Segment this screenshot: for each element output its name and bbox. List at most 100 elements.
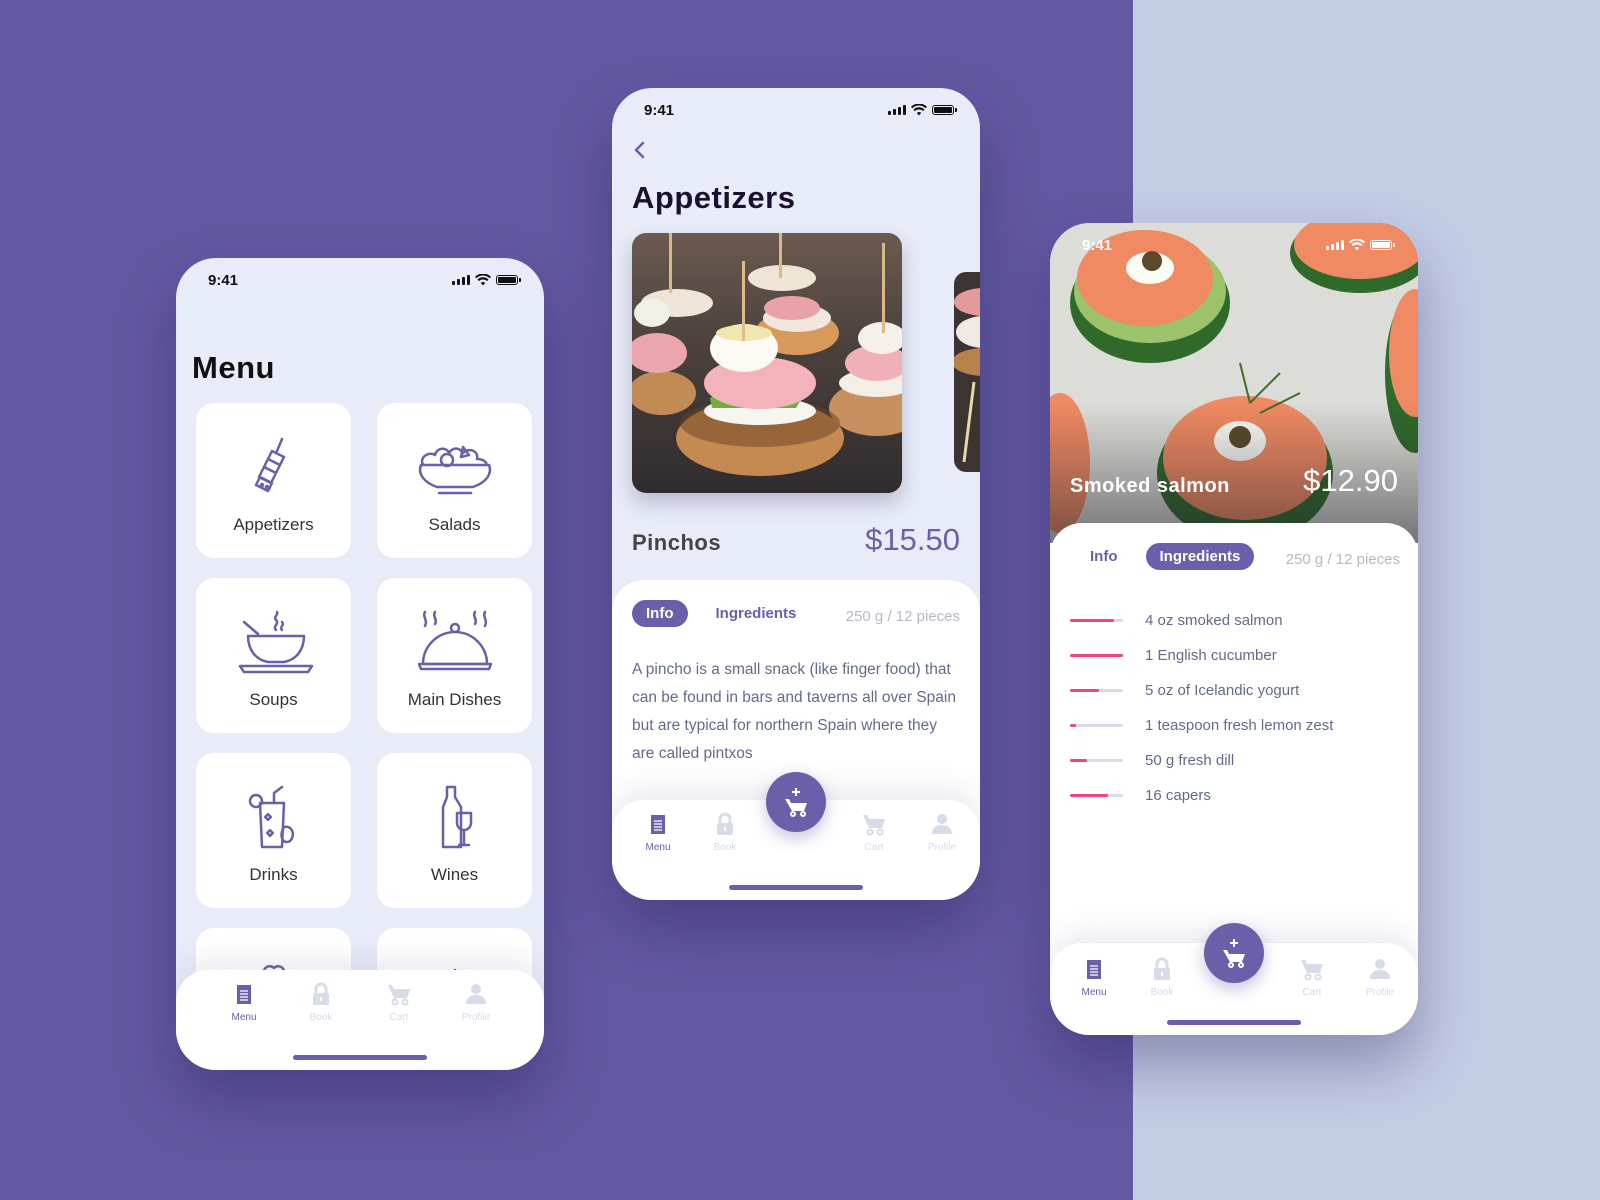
category-grid: Appetizers Salads Soups Main Dishes Drin… bbox=[196, 403, 532, 1048]
signal-icon bbox=[888, 105, 906, 115]
tab-menu[interactable]: Menu bbox=[1064, 957, 1124, 998]
lock-icon bbox=[717, 812, 733, 835]
tab-info[interactable]: Info bbox=[632, 600, 688, 627]
ingredient-text: 1 English cucumber bbox=[1145, 647, 1277, 664]
skewer-icon bbox=[254, 437, 285, 492]
add-to-cart-button[interactable] bbox=[766, 772, 826, 832]
tab-label: Book bbox=[713, 842, 737, 853]
item-name: Smoked salmon bbox=[1070, 475, 1230, 497]
tab-bar: Menu Book Cart Profile bbox=[176, 970, 544, 1070]
wifi-icon bbox=[911, 104, 927, 116]
page-title: Menu bbox=[192, 350, 275, 385]
tab-profile[interactable]: Profile bbox=[446, 982, 506, 1023]
tab-label: Profile bbox=[927, 842, 957, 853]
tab-profile[interactable]: Profile bbox=[1350, 957, 1410, 998]
ingredient-amount-fill bbox=[1070, 794, 1109, 797]
category-label: Wines bbox=[430, 864, 479, 884]
segmented-control: Info Ingredients bbox=[632, 600, 810, 627]
ingredient-text: 5 oz of Icelandic yogurt bbox=[1145, 682, 1300, 699]
ingredient-amount-bar bbox=[1070, 759, 1123, 762]
tab-book[interactable]: Book bbox=[695, 812, 755, 853]
ingredient-amount-fill bbox=[1070, 689, 1100, 692]
ingredient-amount-bar bbox=[1070, 689, 1123, 692]
wifi-icon bbox=[1349, 239, 1365, 251]
tab-label: Cart bbox=[389, 1012, 409, 1023]
tab-menu[interactable]: Menu bbox=[214, 982, 274, 1023]
ingredient-text: 1 teaspoon fresh lemon zest bbox=[1145, 717, 1334, 734]
ingredient-amount-fill bbox=[1070, 619, 1114, 622]
menu-icon bbox=[1087, 960, 1101, 979]
ingredient-amount-bar bbox=[1070, 794, 1123, 797]
phone-detail-screen: 9:41 Appetizers Pinchos $15.50 Info Ingr… bbox=[612, 88, 980, 900]
next-food-image bbox=[954, 272, 980, 472]
tab-info[interactable]: Info bbox=[1076, 543, 1132, 570]
battery-icon bbox=[932, 105, 957, 115]
soup-bowl-icon bbox=[238, 610, 313, 673]
page-title: Appetizers bbox=[632, 180, 796, 215]
segmented-control: Info Ingredients bbox=[1076, 543, 1255, 570]
chevron-left-icon[interactable] bbox=[628, 138, 652, 162]
home-indicator bbox=[293, 1055, 427, 1060]
ingredient-amount-bar bbox=[1070, 619, 1123, 622]
ingredient-amount-fill bbox=[1070, 654, 1123, 657]
wine-icon bbox=[441, 785, 472, 848]
phone-menu-screen: 9:41 Menu Appetizers Salads Soups Main D… bbox=[176, 258, 544, 1070]
category-label: Soups bbox=[249, 689, 298, 709]
battery-icon bbox=[496, 275, 521, 285]
cart-icon bbox=[388, 985, 410, 1006]
tab-ingredients[interactable]: Ingredients bbox=[702, 600, 811, 627]
category-main-dishes[interactable]: Main Dishes bbox=[377, 578, 532, 733]
ingredient-row: 5 oz of Icelandic yogurt bbox=[1070, 673, 1400, 708]
tab-cart[interactable]: Cart bbox=[1282, 957, 1342, 998]
menu-icon bbox=[237, 985, 251, 1004]
category-salads[interactable]: Salads bbox=[377, 403, 532, 558]
cocktail-icon bbox=[248, 785, 294, 848]
status-bar: 9:41 bbox=[176, 258, 544, 302]
tab-label: Profile bbox=[461, 1012, 491, 1023]
profile-icon bbox=[466, 984, 486, 1004]
category-label: Drinks bbox=[249, 864, 298, 884]
tab-cart[interactable]: Cart bbox=[844, 812, 904, 853]
status-bar: 9:41 bbox=[612, 88, 980, 132]
food-photo-next[interactable] bbox=[954, 272, 980, 472]
ingredient-text: 4 oz smoked salmon bbox=[1145, 612, 1283, 629]
tab-label: Cart bbox=[864, 842, 884, 853]
status-time: 9:41 bbox=[644, 101, 675, 119]
weight-info: 250 g / 12 pieces bbox=[845, 608, 960, 625]
tab-profile[interactable]: Profile bbox=[912, 812, 972, 853]
lock-icon bbox=[1154, 957, 1170, 980]
menu-icon bbox=[651, 815, 665, 834]
category-label: Salads bbox=[428, 514, 481, 534]
tab-label: Book bbox=[1150, 987, 1174, 998]
salad-bowl-icon bbox=[418, 445, 491, 494]
tab-book[interactable]: Book bbox=[291, 982, 351, 1023]
food-photo-pinchos[interactable] bbox=[632, 233, 902, 493]
ingredient-amount-fill bbox=[1070, 724, 1077, 727]
cloche-icon bbox=[417, 610, 492, 670]
cart-icon bbox=[863, 815, 885, 836]
tab-cart[interactable]: Cart bbox=[369, 982, 429, 1023]
ingredient-amount-bar bbox=[1070, 724, 1123, 727]
tab-label: Menu bbox=[645, 842, 671, 853]
add-to-cart-button[interactable] bbox=[1204, 923, 1264, 983]
ingredient-row: 4 oz smoked salmon bbox=[1070, 603, 1400, 638]
tab-label: Cart bbox=[1302, 987, 1322, 998]
ingredient-amount-fill bbox=[1070, 759, 1088, 762]
phone-ingredients-screen: 9:41 Smoked salmon $12.90 Info Ingredien… bbox=[1050, 223, 1418, 1035]
ingredient-amount-bar bbox=[1070, 654, 1123, 657]
ingredient-text: 50 g fresh dill bbox=[1145, 752, 1235, 769]
category-wines[interactable]: Wines bbox=[377, 753, 532, 908]
category-appetizers[interactable]: Appetizers bbox=[196, 403, 351, 558]
tab-book[interactable]: Book bbox=[1132, 957, 1192, 998]
category-soups[interactable]: Soups bbox=[196, 578, 351, 733]
category-drinks[interactable]: Drinks bbox=[196, 753, 351, 908]
lock-icon bbox=[313, 982, 329, 1005]
status-time: 9:41 bbox=[1082, 236, 1113, 254]
category-label: Appetizers bbox=[233, 514, 314, 534]
signal-icon bbox=[452, 275, 470, 285]
add-to-cart-icon bbox=[785, 788, 807, 817]
tab-label: Menu bbox=[231, 1012, 257, 1023]
tab-menu[interactable]: Menu bbox=[628, 812, 688, 853]
home-indicator bbox=[1167, 1020, 1301, 1025]
tab-ingredients[interactable]: Ingredients bbox=[1145, 543, 1255, 570]
